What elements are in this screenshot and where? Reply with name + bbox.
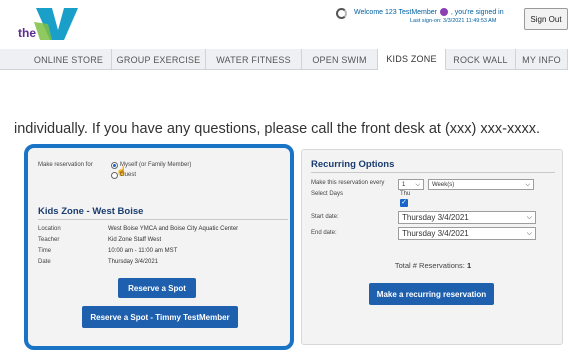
day-thu-checkbox[interactable]: ✓ [400,199,408,207]
reserve-member-button[interactable]: Reserve a Spot - Timmy TestMember [82,306,238,328]
every-unit-select[interactable]: Week(s) ⌵ [428,179,534,190]
banner-area [0,70,568,120]
every-label: Make this reservation every [311,180,385,186]
page-header: the Welcome 123 TestMember , you're sign… [0,0,568,48]
recurring-options-panel: Recurring Options Make this reservation … [301,149,563,345]
recurring-reservation-button[interactable]: Make a recurring reservation [369,283,494,305]
location-value: West Boise YMCA and Boise City Aquatic C… [108,226,239,232]
chevron-down-icon: ⌵ [415,182,420,188]
total-reservations: Total # Reservations: 1 [302,261,564,270]
every-unit-value: Week(s) [432,181,455,188]
end-date-label: End date: [311,230,337,236]
class-title: Kids Zone - West Boise [38,206,144,217]
divider [38,219,288,220]
loading-spinner-icon [336,8,347,19]
total-value: 1 [466,261,472,270]
chevron-down-icon: ⌵ [525,182,530,188]
every-count-value: 1 [402,181,406,188]
select-days-label: Select Days [311,191,344,197]
tab-group-exercise[interactable]: GROUP EXERCISE [112,49,206,70]
radio-myself-label[interactable]: Myself (or Family Member) [120,162,191,168]
ymca-logo[interactable]: the [0,0,80,48]
date-value: Thursday 3/4/2021 [108,259,159,265]
radio-guest-label[interactable]: Guest [120,172,136,178]
total-label: Total # Reservations: [394,261,465,270]
tab-water-fitness[interactable]: WATER FITNESS [206,49,302,70]
tab-open-swim[interactable]: OPEN SWIM [302,49,378,70]
time-label: Time [38,248,52,254]
main-nav: ONLINE STORE GROUP EXERCISE WATER FITNES… [0,49,568,71]
tab-online-store[interactable]: ONLINE STORE [26,49,112,70]
contact-notice: individually. If you have any questions,… [14,121,541,137]
sign-out-button[interactable]: Sign Out [524,8,568,30]
time-value: 10:00 am - 11:00 am MST [108,248,178,254]
start-date-select[interactable]: Thursday 3/4/2021 ⌵ [398,211,536,224]
start-date-label: Start date: [311,214,339,220]
logo-text: the [18,26,36,40]
start-date-value: Thursday 3/4/2021 [402,213,469,222]
reservation-panel: Make reservation for Myself (or Family M… [24,144,294,350]
date-label: Date [38,259,51,265]
day-thu-label: Thu [400,191,411,197]
every-count-select[interactable]: 1 ⌵ [398,179,424,190]
tab-rock-wall[interactable]: ROCK WALL [446,49,516,70]
tab-my-info[interactable]: MY INFO [516,49,568,70]
teacher-value: Kid Zone Staff West [108,237,162,243]
divider [311,172,555,173]
welcome-suffix: , you're signed in [450,8,504,16]
last-signon-text: Last sign-on: 3/3/2021 11:49:53 AM [410,18,497,24]
teacher-label: Teacher [38,237,60,243]
make-for-label: Make reservation for [38,162,93,168]
tab-kids-zone[interactable]: KIDS ZONE [378,49,446,71]
end-date-select[interactable]: Thursday 3/4/2021 ⌵ [398,227,536,240]
ymca-y-icon [34,8,78,40]
end-date-value: Thursday 3/4/2021 [402,229,469,238]
location-label: Location [38,226,61,232]
recurring-title: Recurring Options [311,159,395,170]
welcome-prefix: Welcome 123 TestMember [354,8,437,16]
reserve-spot-button[interactable]: Reserve a Spot [118,278,196,298]
radio-guest[interactable] [111,172,118,179]
chevron-down-icon: ⌵ [526,214,532,221]
welcome-message: Welcome 123 TestMember , you're signed i… [354,8,504,16]
chevron-down-icon: ⌵ [526,230,532,237]
avatar [439,8,448,16]
